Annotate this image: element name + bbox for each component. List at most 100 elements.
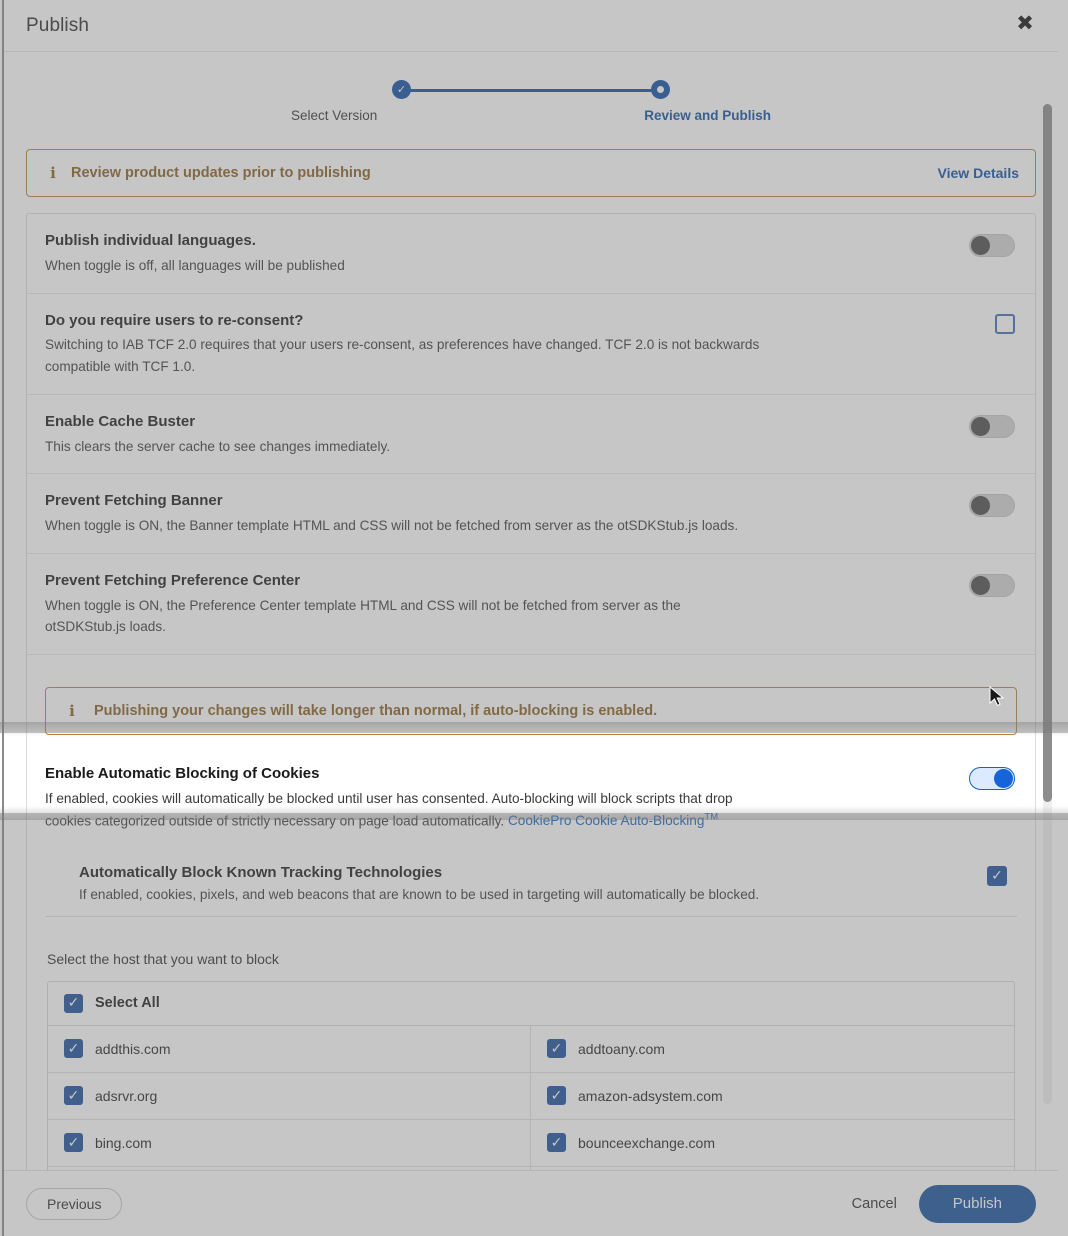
dialog-scrollbar[interactable] xyxy=(1043,104,1052,1104)
view-details-link[interactable]: View Details xyxy=(938,165,1019,181)
host-cell[interactable]: amazon-adsystem.com xyxy=(531,1073,1014,1119)
host-label: addthis.com xyxy=(95,1041,170,1057)
info-icon: i xyxy=(43,164,63,182)
table-row: bouncex.net criteo.com xyxy=(48,1167,1014,1170)
host-label: adsrvr.org xyxy=(95,1088,157,1104)
step-indicator-select-version[interactable]: ✓ xyxy=(392,80,411,99)
publish-button[interactable]: Publish xyxy=(919,1185,1036,1223)
toggle-enable-automatic-blocking[interactable] xyxy=(969,767,1015,790)
screenshot-root: Publish ✖ ✓ Select Version Review and Pu… xyxy=(0,0,1068,1236)
table-row: addthis.com addtoany.com xyxy=(48,1026,1014,1073)
previous-button[interactable]: Previous xyxy=(26,1188,122,1220)
product-updates-notice-text: Review product updates prior to publishi… xyxy=(63,165,938,181)
step-label-select-version: Select Version xyxy=(291,108,377,123)
host-cell[interactable]: addthis.com xyxy=(48,1026,531,1072)
host-table-header: Select All xyxy=(48,982,1014,1026)
setting-description: This clears the server cache to see chan… xyxy=(45,436,765,458)
setting-control xyxy=(969,572,1015,597)
info-icon: i xyxy=(62,702,82,720)
host-label: bounceexchange.com xyxy=(578,1135,715,1151)
setting-row-prevent-fetching-preference-center: Prevent Fetching Preference Center When … xyxy=(27,554,1035,655)
host-block-table: Select All addthis.com addtoany.com xyxy=(47,981,1015,1170)
stepper-connector xyxy=(402,89,660,92)
setting-title: Enable Automatic Blocking of Cookies xyxy=(45,765,941,784)
setting-text-group: Prevent Fetching Preference Center When … xyxy=(45,572,969,638)
host-cell[interactable]: criteo.com xyxy=(531,1167,1014,1170)
setting-control xyxy=(987,864,1007,886)
host-cell[interactable]: bounceexchange.com xyxy=(531,1120,1014,1166)
table-row: bing.com bounceexchange.com xyxy=(48,1120,1014,1167)
toggle-publish-individual-languages[interactable] xyxy=(969,234,1015,257)
host-label: bing.com xyxy=(95,1135,152,1151)
dialog-title: Publish xyxy=(26,15,89,37)
setting-title: Prevent Fetching Banner xyxy=(45,492,941,511)
checkbox-host-bing-com[interactable] xyxy=(64,1133,83,1152)
setting-description: When toggle is off, all languages will b… xyxy=(45,255,765,277)
dialog-header: Publish ✖ xyxy=(4,0,1058,52)
setting-title: Enable Cache Buster xyxy=(45,413,941,432)
check-icon: ✓ xyxy=(397,84,406,95)
setting-title: Automatically Block Known Tracking Techn… xyxy=(79,864,959,881)
autoblock-subsection: Automatically Block Known Tracking Techn… xyxy=(27,848,1035,927)
setting-title: Prevent Fetching Preference Center xyxy=(45,572,941,591)
setting-row-enable-automatic-blocking: Enable Automatic Blocking of Cookies If … xyxy=(27,751,1035,848)
setting-description: If enabled, cookies, pixels, and web bea… xyxy=(79,887,959,902)
setting-row-prevent-fetching-banner: Prevent Fetching Banner When toggle is O… xyxy=(27,474,1035,554)
checkbox-host-addtoany-com[interactable] xyxy=(547,1039,566,1058)
host-cell[interactable]: addtoany.com xyxy=(531,1026,1014,1072)
setting-text-group: Publish individual languages. When toggl… xyxy=(45,232,969,277)
autoblock-notice-wrapper: i Publishing your changes will take long… xyxy=(27,655,1035,751)
host-cell[interactable]: adsrvr.org xyxy=(48,1073,531,1119)
checkbox-require-reconsent[interactable] xyxy=(995,314,1015,334)
setting-description: When toggle is ON, the Banner template H… xyxy=(45,515,765,537)
checkbox-host-bounceexchange-com[interactable] xyxy=(547,1133,566,1152)
setting-title: Do you require users to re-consent? xyxy=(45,312,967,331)
checkbox-host-addthis-com[interactable] xyxy=(64,1039,83,1058)
dialog-footer: Previous Cancel Publish xyxy=(4,1170,1058,1236)
toggle-prevent-fetching-preference-center[interactable] xyxy=(969,574,1015,597)
publish-dialog: Publish ✖ ✓ Select Version Review and Pu… xyxy=(2,0,1058,1236)
host-cell[interactable]: bing.com xyxy=(48,1120,531,1166)
cookiepro-auto-blocking-link[interactable]: CookiePro Cookie Auto-BlockingTM xyxy=(508,813,718,828)
toggle-knob xyxy=(994,769,1013,788)
setting-text-group: Enable Cache Buster This clears the serv… xyxy=(45,413,969,458)
toggle-prevent-fetching-banner[interactable] xyxy=(969,494,1015,517)
setting-text-group: Automatically Block Known Tracking Techn… xyxy=(79,864,987,902)
checkbox-host-amazon-adsystem-com[interactable] xyxy=(547,1086,566,1105)
trademark-superscript: TM xyxy=(704,812,718,823)
step-indicator-review-and-publish[interactable] xyxy=(651,80,670,99)
setting-control xyxy=(995,312,1015,334)
setting-control xyxy=(969,492,1015,517)
autoblock-duration-notice: i Publishing your changes will take long… xyxy=(45,687,1017,735)
setting-text-group: Do you require users to re-consent? Swit… xyxy=(45,312,995,378)
host-cell[interactable]: bouncex.net xyxy=(48,1167,531,1170)
link-label: CookiePro Cookie Auto-Blocking xyxy=(508,813,704,828)
checkbox-block-known-tracking-technologies[interactable] xyxy=(987,866,1007,886)
toggle-knob xyxy=(971,576,990,595)
stepper-labels: Select Version Review and Publish xyxy=(291,108,771,123)
table-row: adsrvr.org amazon-adsystem.com xyxy=(48,1073,1014,1120)
scrollbar-thumb[interactable] xyxy=(1043,104,1052,802)
checkbox-select-all-hosts[interactable] xyxy=(64,994,83,1013)
cancel-button[interactable]: Cancel xyxy=(852,1196,897,1212)
toggle-enable-cache-buster[interactable] xyxy=(969,415,1015,438)
setting-control xyxy=(969,232,1015,257)
setting-text-group: Prevent Fetching Banner When toggle is O… xyxy=(45,492,969,537)
checkbox-host-adsrvr-org[interactable] xyxy=(64,1086,83,1105)
setting-description: When toggle is ON, the Preference Center… xyxy=(45,595,765,639)
toggle-knob xyxy=(971,417,990,436)
dialog-body: ✓ Select Version Review and Publish i Re… xyxy=(4,52,1058,1170)
product-updates-notice: i Review product updates prior to publis… xyxy=(26,149,1036,197)
setting-title: Publish individual languages. xyxy=(45,232,941,251)
setting-row-publish-individual-languages: Publish individual languages. When toggl… xyxy=(27,214,1035,294)
setting-row-enable-cache-buster: Enable Cache Buster This clears the serv… xyxy=(27,395,1035,475)
host-label: addtoany.com xyxy=(578,1041,665,1057)
publish-settings-card: Publish individual languages. When toggl… xyxy=(26,213,1036,1170)
autoblock-duration-notice-text: Publishing your changes will take longer… xyxy=(82,703,1000,719)
step-label-review-and-publish: Review and Publish xyxy=(644,108,771,123)
setting-control xyxy=(969,413,1015,438)
close-icon[interactable]: ✖ xyxy=(1012,10,1038,36)
toggle-knob xyxy=(971,496,990,515)
toggle-knob xyxy=(971,236,990,255)
setting-row-require-reconsent: Do you require users to re-consent? Swit… xyxy=(27,294,1035,395)
